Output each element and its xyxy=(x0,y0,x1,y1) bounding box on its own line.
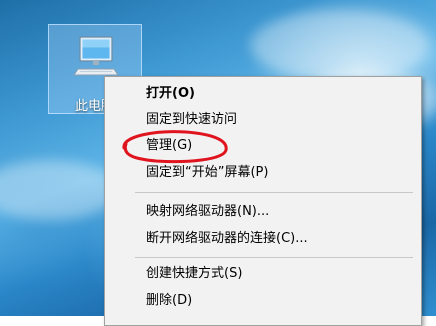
menu-item-manage[interactable]: 管理(G) xyxy=(105,133,421,159)
menu-item-pin-to-start[interactable]: 固定到“开始”屏幕(P) xyxy=(105,160,421,186)
context-menu: 打开(O) 固定到快速访问 管理(G) 固定到“开始”屏幕(P) 映射网络驱动器… xyxy=(104,76,422,326)
menu-separator xyxy=(135,192,413,193)
menu-item-map-network-drive[interactable]: 映射网络驱动器(N)... xyxy=(105,199,421,225)
computer-icon xyxy=(73,36,119,76)
menu-item-open[interactable]: 打开(O) xyxy=(105,81,421,107)
menu-item-pin-to-quick-access[interactable]: 固定到快速访问 xyxy=(105,107,421,133)
menu-item-delete[interactable]: 删除(D) xyxy=(105,288,421,314)
menu-item-disconnect-network-drive[interactable]: 断开网络驱动器的连接(C)... xyxy=(105,226,421,252)
menu-separator xyxy=(135,257,413,258)
menu-item-create-shortcut[interactable]: 创建快捷方式(S) xyxy=(105,261,421,287)
cloud-decoration xyxy=(250,10,430,80)
cloud-decoration xyxy=(0,160,120,220)
